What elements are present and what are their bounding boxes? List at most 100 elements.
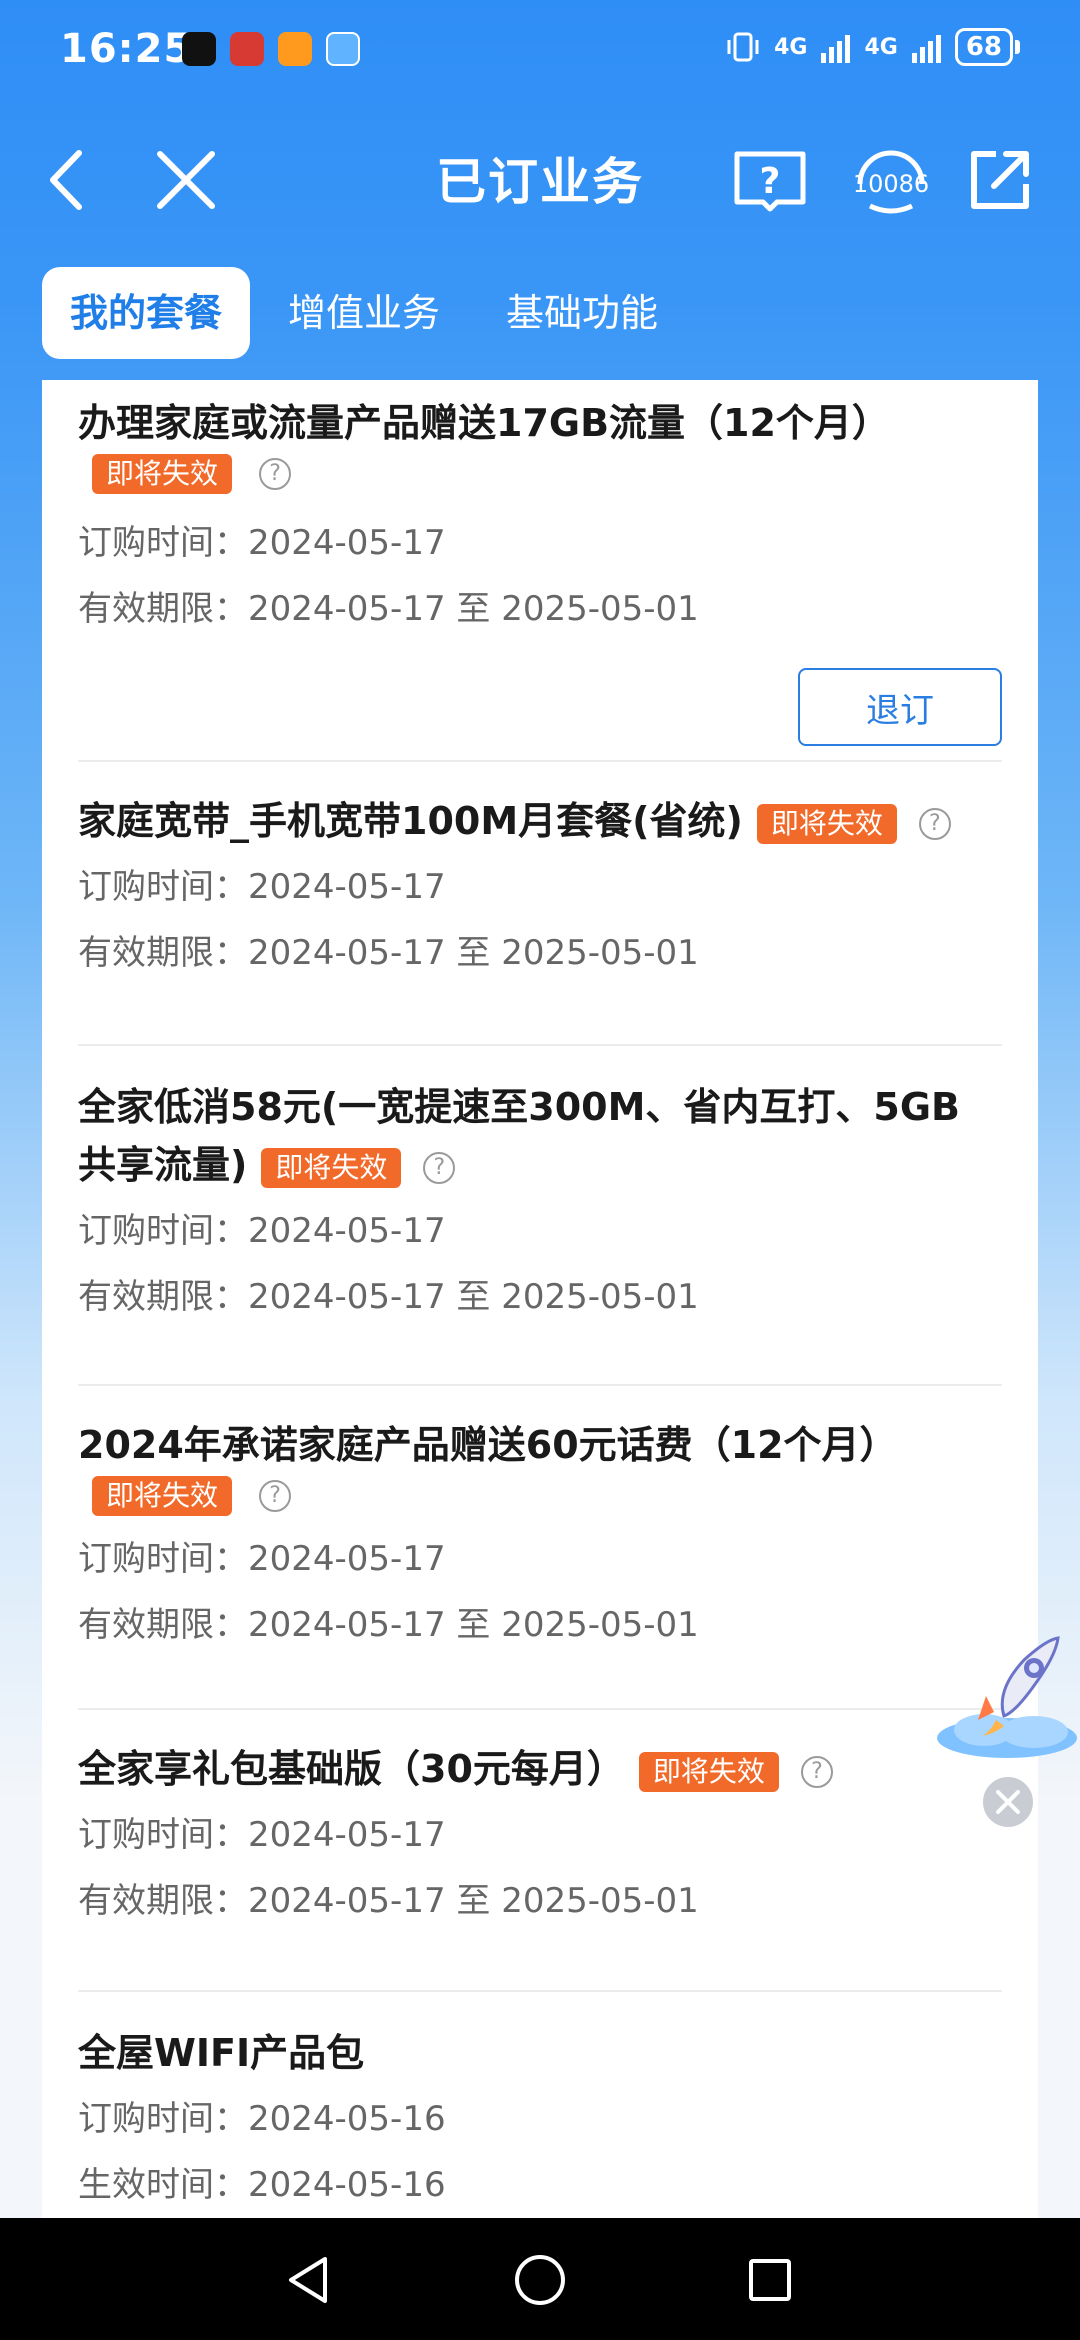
tab-my-package[interactable]: 我的套餐: [42, 267, 251, 359]
to-label: 至: [445, 1881, 502, 1921]
effective-time-value: 2024-05-16: [248, 2165, 446, 2205]
valid-period-label: 有效期限：: [78, 1277, 248, 1317]
item-title-row: 全家享礼包基础版（30元每月） 即将失效?: [78, 1740, 1002, 1798]
item-title-line1: 全家低消58元(一宽提速至300M、省内互打、5GB: [78, 1085, 960, 1129]
item-title: 2024年承诺家庭产品赠送60元话费（12个月）: [78, 1423, 898, 1467]
effective-time-label: 生效时间：: [78, 2165, 248, 2205]
order-time-label: 订购时间：: [78, 2099, 248, 2139]
close-icon: [996, 1790, 1020, 1814]
valid-period-label: 有效期限：: [78, 1881, 248, 1921]
question-icon[interactable]: ?: [918, 807, 951, 840]
help-button[interactable]: ?: [730, 140, 810, 220]
triangle-back-icon: [289, 2257, 327, 2303]
valid-period-label: 有效期限：: [78, 933, 248, 973]
item-title: 办理家庭或流量产品赠送17GB流量（12个月）: [78, 401, 890, 445]
valid-period-row: 有效期限：2024-05-17 至 2025-05-01: [78, 920, 1002, 986]
tab-bar: 我的套餐 增值业务 基础功能: [42, 266, 696, 360]
weather-icon: [326, 32, 360, 66]
valid-from-value: 2024-05-17: [248, 1605, 446, 1645]
to-label: 至: [445, 1277, 502, 1317]
item-title-row: 共享流量) 即将失效?: [78, 1136, 1002, 1194]
item-title: 家庭宽带_手机宽带100M月套餐(省统): [78, 799, 743, 843]
order-time-row: 订购时间：2024-05-17: [78, 1802, 1002, 1868]
order-time-row: 订购时间：2024-05-17: [78, 854, 1002, 920]
effective-time-row: 生效时间：2024-05-16: [78, 2152, 1002, 2218]
svg-text:?: ?: [760, 161, 781, 202]
divider: [78, 760, 1002, 762]
badge-row: 即将失效 ?: [78, 454, 1002, 504]
badge-row: 即将失效 ?: [78, 1476, 1002, 1526]
list-item: 全屋WIFI产品包 订购时间：2024-05-16 生效时间：2024-05-1…: [78, 2024, 1002, 2218]
rocket-icon: [937, 1636, 1077, 1758]
order-time-value: 2024-05-17: [248, 1539, 446, 1579]
valid-to-value: 2025-05-01: [501, 1881, 699, 1921]
order-time-label: 订购时间：: [78, 867, 248, 907]
valid-to-value: 2025-05-01: [501, 1277, 699, 1317]
status-time: 16:25: [60, 26, 193, 72]
list-item: 办理家庭或流量产品赠送17GB流量（12个月） 即将失效 ? 订购时间：2024…: [78, 394, 1002, 746]
nav-back-button[interactable]: [276, 2248, 340, 2312]
nav-recents-button[interactable]: [738, 2248, 802, 2312]
status-indicators: 4G 4G 68: [726, 28, 1020, 66]
to-label: 至: [445, 589, 502, 629]
status-bar: 16:25 4G 4G 68: [0, 0, 1080, 100]
nav-home-button[interactable]: [508, 2248, 572, 2312]
status-app-icons: [182, 32, 360, 66]
valid-period-row: 有效期限：2024-05-17 至 2025-05-01: [78, 1868, 1002, 1934]
network-type-2: 4G: [864, 34, 898, 60]
expiring-badge: 即将失效: [638, 1751, 779, 1792]
order-time-row: 订购时间：2024-05-17: [78, 1198, 1002, 1264]
circle-home-icon: [515, 2255, 565, 2305]
order-time-row: 订购时间：2024-05-17: [78, 1526, 1002, 1592]
order-time-row: 订购时间：2024-05-17: [78, 510, 1002, 576]
question-icon[interactable]: ?: [423, 1151, 456, 1184]
order-time-label: 订购时间：: [78, 1211, 248, 1251]
valid-from-value: 2024-05-17: [248, 589, 446, 629]
order-time-label: 订购时间：: [78, 523, 248, 563]
order-time-value: 2024-05-17: [248, 1815, 446, 1855]
valid-period-row: 有效期限：2024-05-17 至 2025-05-01: [78, 1264, 1002, 1330]
question-icon[interactable]: ?: [259, 1480, 292, 1512]
valid-period-label: 有效期限：: [78, 1605, 248, 1645]
item-title-row: 家庭宽带_手机宽带100M月套餐(省统) 即将失效?: [78, 792, 1002, 850]
share-icon: [971, 151, 1029, 209]
close-promo-button[interactable]: [980, 1774, 1036, 1830]
order-time-label: 订购时间：: [78, 1539, 248, 1579]
service-number: 10086: [852, 170, 930, 198]
floating-promo-widget[interactable]: [934, 1620, 1080, 1770]
tiktok-icon: [182, 32, 216, 66]
list-item: 2024年承诺家庭产品赠送60元话费（12个月） 即将失效 ? 订购时间：202…: [78, 1416, 1002, 1658]
list-item: 家庭宽带_手机宽带100M月套餐(省统) 即将失效? 订购时间：2024-05-1…: [78, 792, 1002, 986]
valid-from-value: 2024-05-17: [248, 1277, 446, 1317]
tab-basic-functions[interactable]: 基础功能: [478, 267, 686, 359]
square-recents-icon: [749, 2259, 791, 2301]
question-icon[interactable]: ?: [800, 1755, 833, 1788]
customer-service-button[interactable]: 10086: [846, 140, 936, 220]
valid-period-row: 有效期限：2024-05-17 至 2025-05-01: [78, 576, 1002, 642]
order-time-label: 订购时间：: [78, 1815, 248, 1855]
question-icon[interactable]: ?: [259, 458, 292, 490]
item-title: 全家享礼包基础版（30元每月）: [78, 1747, 625, 1791]
expiring-badge: 即将失效: [92, 1476, 233, 1516]
app-header: 已订业务 ? 10086: [0, 120, 1080, 230]
battery-level: 68: [954, 28, 1013, 66]
expiring-badge: 即将失效: [92, 454, 233, 494]
unsubscribe-button[interactable]: 退订: [798, 668, 1002, 746]
to-label: 至: [445, 933, 502, 973]
valid-to-value: 2025-05-01: [501, 589, 699, 629]
order-time-value: 2024-05-17: [248, 523, 446, 563]
order-time-row: 订购时间：2024-05-16: [78, 2086, 1002, 2152]
expiring-badge: 即将失效: [756, 803, 897, 844]
order-time-value: 2024-05-17: [248, 1211, 446, 1251]
divider: [78, 1708, 1002, 1710]
valid-to-value: 2025-05-01: [501, 933, 699, 973]
help-book-icon: ?: [734, 151, 806, 212]
divider: [78, 1044, 1002, 1046]
valid-from-value: 2024-05-17: [248, 933, 446, 973]
divider: [78, 1990, 1002, 1992]
order-time-value: 2024-05-17: [248, 867, 446, 907]
tab-value-added[interactable]: 增值业务: [260, 267, 468, 359]
share-button[interactable]: [960, 140, 1040, 220]
battery-icon: 68: [954, 28, 1020, 66]
vibrate-icon: [727, 32, 759, 62]
